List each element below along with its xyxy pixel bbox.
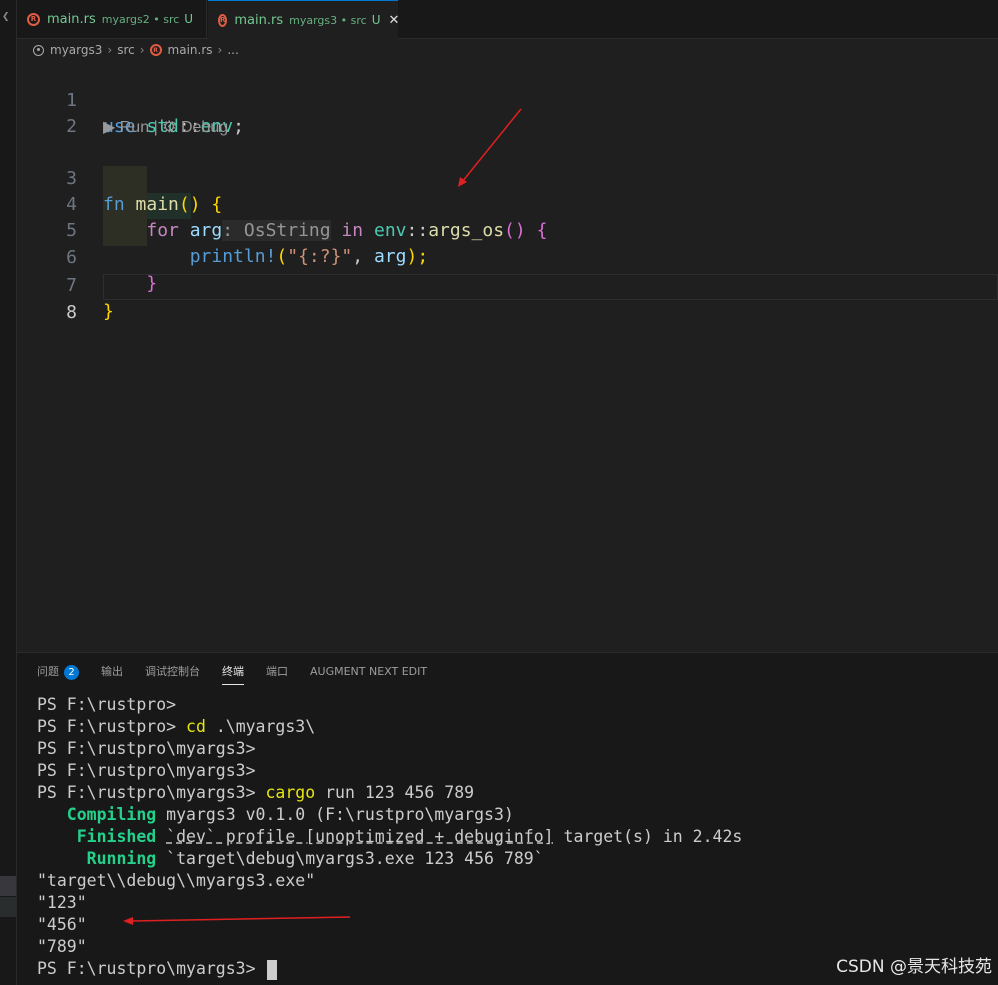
tab-augment-next-edit[interactable]: AUGMENT NEXT EDIT xyxy=(310,659,427,685)
rust-file-icon: R xyxy=(218,13,228,27)
tab-output[interactable]: 输出 xyxy=(101,659,123,685)
tab-git-status: U xyxy=(184,12,194,26)
chevron-left-icon[interactable]: ❮ xyxy=(2,12,10,22)
rust-file-icon: R xyxy=(27,12,40,26)
problems-count-badge: 2 xyxy=(64,664,79,680)
breadcrumb-item-file[interactable]: main.rs xyxy=(168,43,213,57)
code-line[interactable]: 8 xyxy=(17,274,998,323)
tab-main-rs-myargs3[interactable]: R main.rs myargs3 • src U ✕ xyxy=(208,0,399,39)
bottom-panel: 问题 2 输出 调试控制台 终端 端口 AUGMENT NEXT EDIT PS … xyxy=(17,652,998,985)
tab-main-rs-myargs2[interactable]: R main.rs myargs2 • src U xyxy=(17,0,207,38)
terminal-cursor xyxy=(267,959,278,980)
terminal-line: PS F:\rustpro> xyxy=(37,695,177,714)
line-number: 8 xyxy=(66,302,77,323)
breadcrumb: myargs3 › src › R main.rs › ... xyxy=(33,40,239,60)
activity-bar: ❮ xyxy=(0,0,17,985)
code-line[interactable]: 2 xyxy=(17,88,998,137)
terminal-line: Running `target\debug\myargs3.exe 123 45… xyxy=(37,849,544,868)
code-line[interactable]: 4 for arg: OsString in env::args_os() { xyxy=(17,166,998,241)
chevron-right-icon: › xyxy=(217,43,223,57)
tab-file-name: main.rs xyxy=(234,12,284,28)
tab-file-description: myargs3 • src xyxy=(289,13,367,27)
terminal-line: "target\\debug\\myargs3.exe" xyxy=(37,871,316,890)
tab-debug-console[interactable]: 调试控制台 xyxy=(145,659,200,685)
editor-tab-bar: R main.rs myargs2 • src U R main.rs myar… xyxy=(17,0,998,39)
tab-terminal[interactable]: 终端 xyxy=(222,659,244,685)
breadcrumb-item-symbols[interactable]: ... xyxy=(227,43,238,57)
activity-hover-item[interactable] xyxy=(0,897,16,917)
code-line[interactable]: 6 } xyxy=(17,219,998,294)
project-target-icon xyxy=(33,44,44,56)
line-number: 2 xyxy=(66,116,77,137)
debug-codelens[interactable]: ⚙ Debug xyxy=(162,119,228,136)
tab-ports[interactable]: 端口 xyxy=(266,659,288,685)
terminal-line: Finished `dev` profile [unoptimized + de… xyxy=(37,827,743,846)
tab-git-status: U xyxy=(371,13,381,27)
breadcrumb-item-src[interactable]: src xyxy=(117,43,135,57)
tab-file-description: myargs2 • src xyxy=(101,12,180,26)
play-icon: ▶ xyxy=(103,119,120,136)
tab-file-name: main.rs xyxy=(47,11,96,27)
codelens-separator: | xyxy=(153,119,158,136)
close-icon[interactable]: ✕ xyxy=(388,13,399,28)
terminal-output[interactable]: PS F:\rustpro> PS F:\rustpro> cd .\myarg… xyxy=(37,694,988,980)
breadcrumb-item-project[interactable]: myargs3 xyxy=(50,43,102,57)
run-codelens[interactable]: ▶ Run xyxy=(103,119,149,136)
terminal-line: PS F:\rustpro> cd .\myargs3\ xyxy=(37,717,316,736)
activity-selected-item[interactable] xyxy=(0,876,16,896)
terminal-line: "123" xyxy=(37,893,87,912)
code-line[interactable]: 3 fn main() { xyxy=(17,140,998,215)
chevron-right-icon: › xyxy=(107,43,113,57)
terminal-line: "456" xyxy=(37,915,87,934)
tab-problems[interactable]: 问题 2 xyxy=(37,659,79,685)
codelens: ▶ Run | ⚙ Debug xyxy=(103,116,228,140)
panel-tabs: 问题 2 输出 调试控制台 终端 端口 AUGMENT NEXT EDIT xyxy=(37,659,449,685)
terminal-line: PS F:\rustpro\myargs3> xyxy=(37,739,256,758)
gear-icon: ⚙ xyxy=(162,119,181,136)
code-editor[interactable]: 1 use std::env; 2 ▶ Run | ⚙ Debug 3 fn m… xyxy=(17,62,998,652)
terminal-line: PS F:\rustpro\myargs3> cargo run 123 456… xyxy=(37,783,475,802)
code-line[interactable]: 5 println!("{:?}", arg); xyxy=(17,192,998,267)
terminal-line: PS F:\rustpro\myargs3> xyxy=(37,761,256,780)
watermark: CSDN @景天科技苑 xyxy=(836,957,992,977)
code-line[interactable]: 1 use std::env; xyxy=(17,62,998,137)
code-text: } xyxy=(103,301,114,322)
chevron-right-icon: › xyxy=(139,43,145,57)
code-line[interactable]: 7 } xyxy=(17,247,998,322)
terminal-line: Compiling myargs3 v0.1.0 (F:\rustpro\mya… xyxy=(37,805,514,824)
rust-file-icon: R xyxy=(149,44,162,56)
